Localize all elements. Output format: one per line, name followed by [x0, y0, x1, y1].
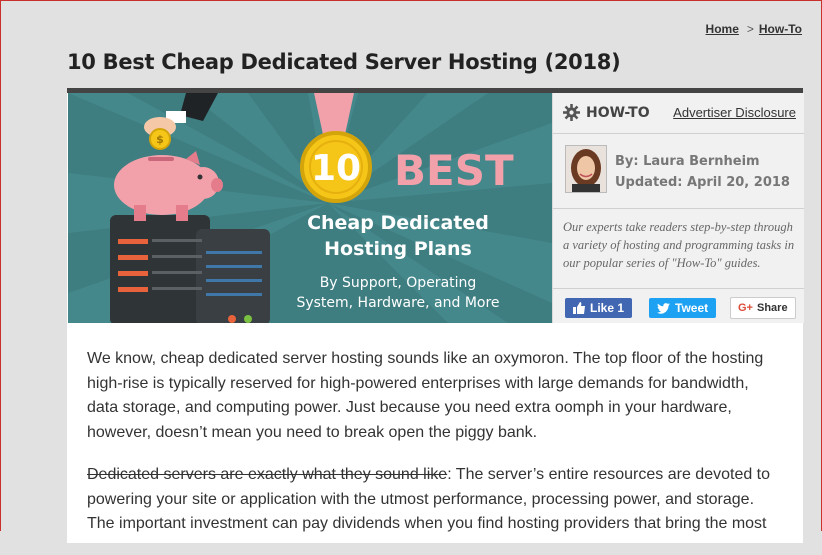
sidebar-header: HOW-TO Advertiser Disclosure [553, 93, 804, 134]
hero-best-text: BEST [394, 146, 514, 195]
server-rack-icon [110, 215, 270, 323]
article-paragraph-1: We know, cheap dedicated server hosting … [87, 350, 764, 441]
updated-date: Updated: April 20, 2018 [615, 175, 790, 190]
author-name: By: Laura Bernheim [615, 154, 760, 169]
breadcrumb-home-link[interactable]: Home [706, 22, 739, 36]
author-block: By: Laura Bernheim Updated: April 20, 20… [553, 134, 804, 209]
article-sidebar: HOW-TO Advertiser Disclosure By: Laura B… [552, 93, 804, 323]
strikethrough-text: Dedicated servers are exactly what they … [87, 466, 448, 483]
breadcrumb-howto-link[interactable]: How-To [759, 22, 802, 36]
hero-headline-2: Hosting Plans [324, 238, 472, 260]
facebook-like-button[interactable]: Like 1 [565, 298, 633, 318]
breadcrumb: Home > How-To [706, 22, 802, 36]
advertiser-disclosure-link[interactable]: Advertiser Disclosure [673, 105, 796, 120]
gear-icon [563, 104, 580, 121]
google-plus-icon: G+ [738, 302, 753, 314]
twitter-bird-icon [657, 302, 670, 314]
breadcrumb-separator: > [746, 22, 754, 36]
hero-sub-1: By Support, Operating [320, 275, 477, 291]
author-info: By: Laura Bernheim Updated: April 20, 20… [615, 151, 790, 193]
window-frame-top [0, 0, 822, 1]
article-body: We know, cheap dedicated server hosting … [87, 347, 777, 555]
google-plus-share-button[interactable]: G+ Share [730, 297, 796, 319]
tweet-button[interactable]: Tweet [649, 298, 717, 318]
medal-number: 10 [311, 148, 361, 189]
google-share-label: Share [756, 302, 788, 314]
howto-tag: HOW-TO [563, 104, 650, 121]
hero-sub-2: System, Hardware, and More [296, 295, 499, 311]
hero-headline-1: Cheap Dedicated [307, 212, 489, 234]
series-blurb: Our experts take readers step-by-step th… [553, 209, 804, 289]
article-card: $ 10 BEST Cheap Dedicated Hosting Plans … [67, 88, 804, 543]
hero-banner: $ 10 BEST Cheap Dedicated Hosting Plans … [68, 93, 552, 323]
howto-label: HOW-TO [586, 104, 650, 121]
tweet-label: Tweet [675, 301, 709, 315]
facebook-like-label: Like 1 [590, 301, 625, 315]
share-bar: Like 1 Tweet G+ Share [553, 289, 804, 333]
article-paragraph-2: Dedicated servers are exactly what they … [87, 463, 777, 537]
coin-dollar-text: $ [156, 133, 164, 146]
window-frame-left [0, 0, 1, 531]
page-title: 10 Best Cheap Dedicated Server Hosting (… [67, 50, 621, 74]
hero-illustration: $ 10 BEST Cheap Dedicated Hosting Plans … [68, 93, 552, 323]
thumbs-up-icon [573, 302, 585, 314]
author-avatar [565, 145, 607, 193]
